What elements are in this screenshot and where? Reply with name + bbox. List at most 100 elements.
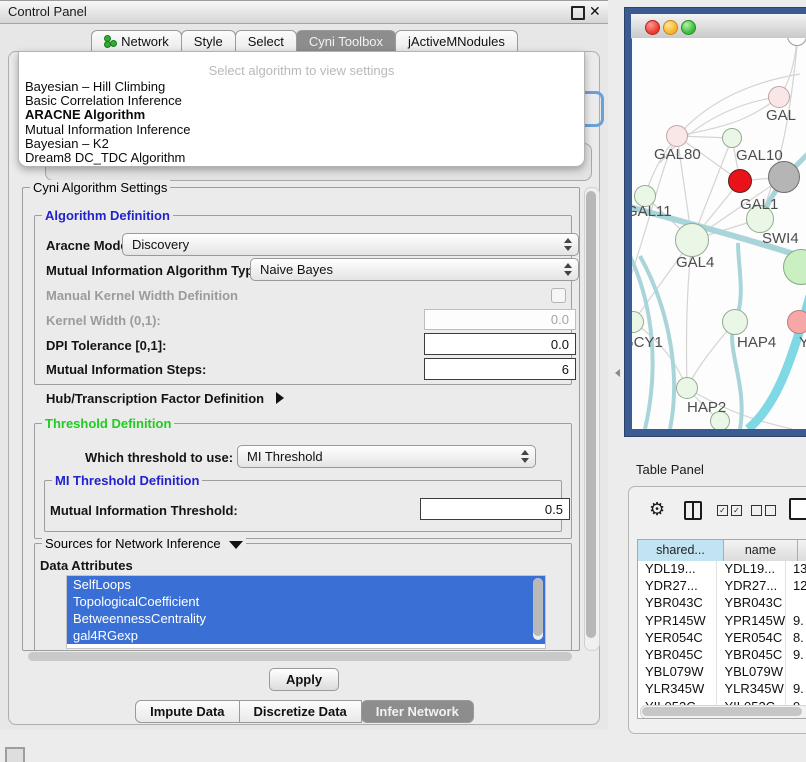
settings-vertical-scrollbar-thumb[interactable]: [586, 191, 596, 638]
deselect-all-columns-icon[interactable]: [751, 505, 776, 516]
unchecked-box-icon: [751, 505, 762, 516]
table-cell: YBR045C: [638, 647, 717, 664]
settings-horizontal-scrollbar[interactable]: [26, 651, 578, 662]
table-panel-title: Table Panel: [636, 462, 704, 477]
data-attributes-list[interactable]: SelfLoopsTopologicalCoefficientBetweenne…: [66, 575, 546, 649]
network-canvas[interactable]: GALGAL80GAL10GAL1GAL11SWI4GAL4GCY1HAP4YH…: [632, 38, 806, 429]
select-all-columns-icon[interactable]: ✓ ✓: [717, 505, 742, 516]
tab-cyni-toolbox[interactable]: Cyni Toolbox: [296, 30, 396, 52]
data-attributes-label: Data Attributes: [40, 558, 133, 573]
network-node[interactable]: [768, 86, 790, 108]
column-header-extra[interactable]: [798, 540, 806, 561]
table-row[interactable]: YPR145WYPR145W9.: [638, 613, 806, 630]
mi-steps-field[interactable]: 6: [424, 358, 576, 380]
panel-resize-handle[interactable]: [615, 369, 620, 377]
network-view-window: GALGAL80GAL10GAL1GAL11SWI4GAL4GCY1HAP4YH…: [625, 8, 806, 436]
aracne-mode-select[interactable]: Discovery: [122, 233, 579, 256]
apply-button[interactable]: Apply: [269, 668, 339, 691]
control-panel-window: Control Panel ✕ NetworkStyleSelectCyni T…: [0, 0, 608, 730]
settings-horizontal-scrollbar-thumb[interactable]: [28, 652, 572, 661]
data-attribute-item[interactable]: gal4RGexp: [67, 627, 545, 644]
minimized-panel-icon[interactable]: [5, 747, 25, 762]
table-horizontal-scrollbar-thumb[interactable]: [642, 707, 802, 716]
kernel-width-field[interactable]: 0.0: [424, 309, 576, 330]
cyni-algorithm-settings-legend: Cyni Algorithm Settings: [30, 180, 170, 195]
algorithm-option[interactable]: Bayesian – Hill Climbing: [25, 80, 578, 94]
network-node[interactable]: [675, 223, 709, 257]
table-row[interactable]: YBR043CYBR043C: [638, 595, 806, 612]
table-cell: YDL19...: [638, 561, 717, 578]
attributes-scrollbar[interactable]: [533, 578, 543, 640]
dpi-tolerance-field[interactable]: 0.0: [424, 333, 576, 355]
tab-discretize-data[interactable]: Discretize Data: [239, 700, 362, 723]
table-row[interactable]: YER054CYER054C8.: [638, 630, 806, 647]
algorithm-option[interactable]: Bayesian – K2: [25, 137, 578, 151]
table-horizontal-scrollbar[interactable]: [640, 705, 806, 719]
unchecked-box-icon: [765, 505, 776, 516]
data-attribute-item[interactable]: BetweennessCentrality: [67, 610, 545, 627]
node-label: GAL1: [740, 196, 778, 213]
tab-label: Select: [248, 31, 284, 52]
algorithm-dropdown: Select algorithm to view settings Bayesi…: [18, 51, 585, 167]
aracne-mode-value: Discovery: [132, 237, 189, 252]
table-row[interactable]: YDR27...YDR27...12: [638, 578, 806, 595]
column-header-shared...[interactable]: shared...: [638, 540, 724, 561]
gear-icon[interactable]: ⚙: [649, 499, 665, 520]
hub-definition-label: Hub/Transcription Factor Definition: [46, 391, 264, 406]
table-row[interactable]: YBL079WYBL079W: [638, 664, 806, 681]
tab-jactivemnodules[interactable]: jActiveMNodules: [395, 30, 518, 52]
threshold-definition-legend: Threshold Definition: [42, 416, 174, 431]
collapse-icon: [229, 541, 243, 549]
network-node[interactable]: [722, 128, 742, 148]
columns-icon[interactable]: [684, 501, 702, 520]
close-icon[interactable]: ✕: [589, 3, 601, 20]
data-attribute-item[interactable]: TopologicalCoefficient: [67, 593, 545, 610]
document-icon[interactable]: [789, 498, 806, 520]
manual-kernel-checkbox[interactable]: [551, 288, 566, 303]
algorithm-option[interactable]: Mutual Information Inference: [25, 123, 578, 137]
tab-label: jActiveMNodules: [408, 31, 505, 52]
tab-style[interactable]: Style: [181, 30, 236, 52]
algorithm-dropdown-hint: Select algorithm to view settings: [19, 63, 584, 78]
zoom-traffic-light-icon[interactable]: [681, 20, 696, 35]
network-node[interactable]: [728, 169, 752, 193]
mi-threshold-field[interactable]: 0.5: [420, 498, 570, 520]
tab-select[interactable]: Select: [235, 30, 297, 52]
table-row[interactable]: YLR345WYLR345W9.: [638, 681, 806, 698]
sources-legend[interactable]: Sources for Network Inference: [42, 536, 246, 551]
tab-label: Style: [194, 31, 223, 52]
dpi-tolerance-label: DPI Tolerance [0,1]:: [46, 338, 166, 353]
hub-definition-toggle[interactable]: Hub/Transcription Factor Definition: [46, 391, 284, 406]
data-attribute-item[interactable]: SelfLoops: [67, 576, 545, 593]
network-node[interactable]: [787, 310, 806, 334]
network-node[interactable]: [666, 125, 688, 147]
settings-vertical-scrollbar[interactable]: [584, 187, 600, 651]
which-threshold-select[interactable]: MI Threshold: [237, 445, 536, 468]
tab-label: Network: [121, 31, 169, 52]
mi-type-select[interactable]: Naive Bayes: [250, 258, 579, 281]
network-node[interactable]: [676, 377, 698, 399]
stepper-icon: [563, 263, 572, 276]
table-cell: 13: [786, 561, 806, 578]
tab-impute-data[interactable]: Impute Data: [135, 700, 239, 723]
node-attribute-table[interactable]: shared...name YDL19...YDL19...13YDR27...…: [637, 539, 806, 719]
table-cell: YLR345W: [717, 681, 785, 698]
float-window-icon[interactable]: [571, 6, 585, 20]
algorithm-option[interactable]: ARACNE Algorithm: [25, 108, 578, 122]
table-row[interactable]: YBR045CYBR045C9.: [638, 647, 806, 664]
close-traffic-light-icon[interactable]: [645, 20, 660, 35]
network-node[interactable]: [722, 309, 748, 335]
column-header-name[interactable]: name: [724, 540, 798, 561]
algorithm-option[interactable]: Basic Correlation Inference: [25, 94, 578, 108]
attributes-scrollbar-thumb[interactable]: [533, 578, 543, 636]
table-row[interactable]: YDL19...YDL19...13: [638, 561, 806, 578]
tab-infer-network[interactable]: Infer Network: [361, 700, 474, 723]
tab-network[interactable]: Network: [91, 30, 182, 52]
network-node[interactable]: [768, 161, 800, 193]
table-cell: 9.: [786, 681, 806, 698]
table-cell: [786, 664, 806, 681]
algorithm-option[interactable]: Dream8 DC_TDC Algorithm: [25, 151, 578, 165]
network-window-titlebar[interactable]: [631, 14, 806, 39]
which-threshold-value: MI Threshold: [247, 449, 323, 464]
minimize-traffic-light-icon[interactable]: [663, 20, 678, 35]
